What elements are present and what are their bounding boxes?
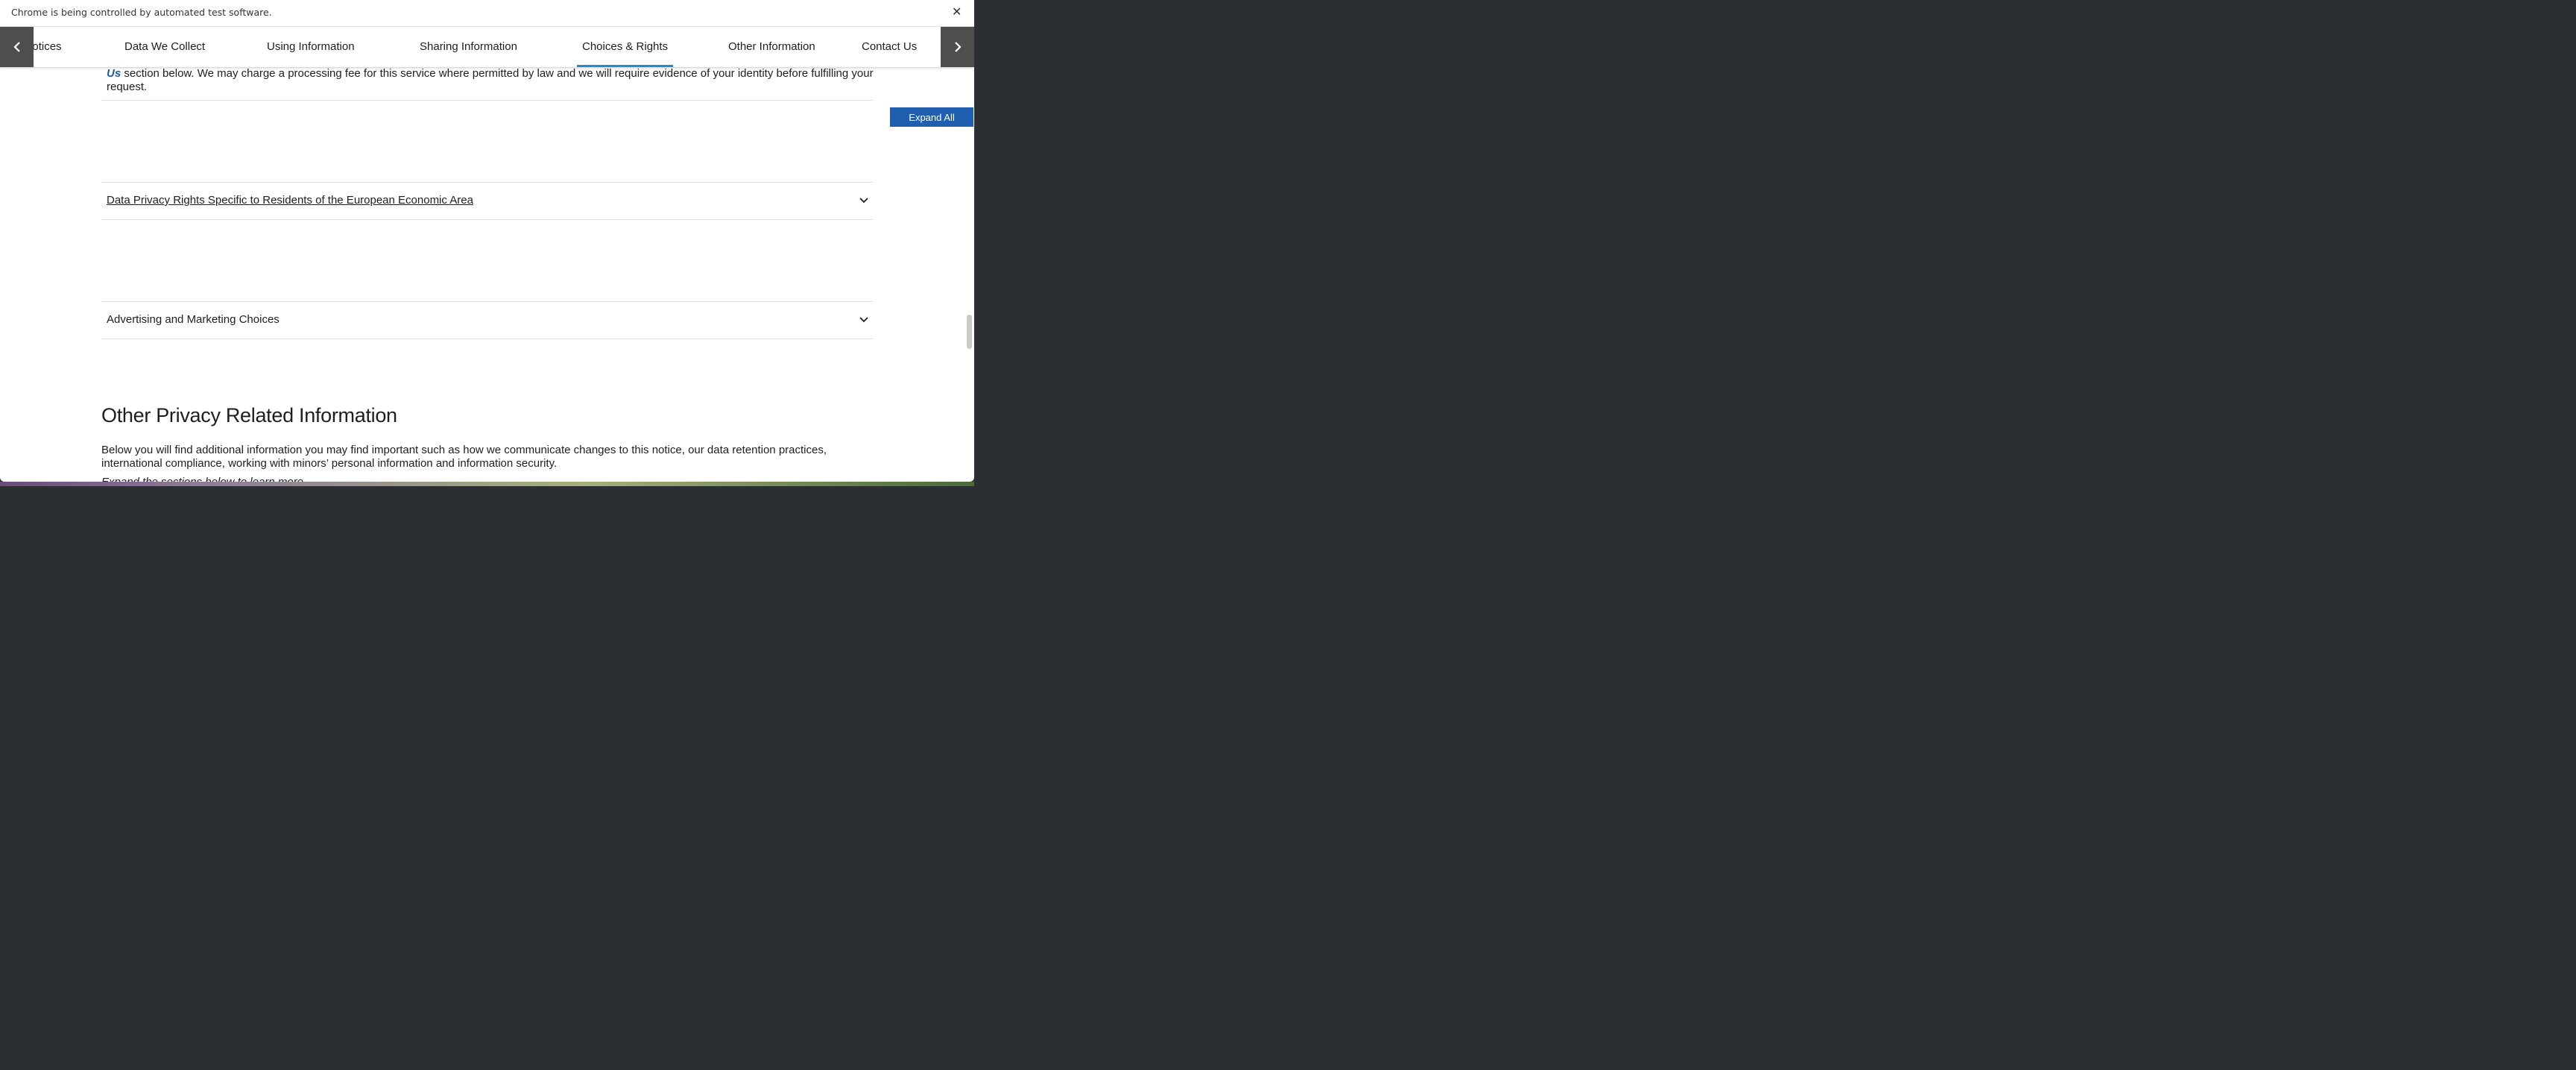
divider — [101, 219, 873, 220]
automation-banner: Chrome is being controlled by automated … — [0, 0, 974, 27]
section-nav: onal Notices Data We Collect Using Infor… — [0, 27, 974, 68]
accordion-label: Data Privacy Rights Specific to Resident… — [107, 194, 473, 207]
expand-all-button[interactable]: Expand All — [890, 107, 973, 127]
paragraph-text: section below. We may charge a processin… — [107, 67, 874, 93]
divider — [101, 100, 873, 101]
nav-item-choices-rights[interactable]: Choices & Rights — [577, 27, 674, 67]
browser-window: Chrome is being controlled by automated … — [0, 0, 974, 482]
accordion-advertising-choices[interactable]: Advertising and Marketing Choices — [101, 302, 873, 339]
chevron-right-icon[interactable] — [941, 27, 974, 67]
scrollbar-thumb[interactable] — [967, 315, 972, 349]
accordion-label: Advertising and Marketing Choices — [107, 313, 280, 326]
accordion-eea-rights[interactable]: Data Privacy Rights Specific to Resident… — [101, 183, 873, 220]
nav-item-data-we-collect[interactable]: Data We Collect — [124, 27, 205, 67]
close-icon[interactable]: ✕ — [952, 4, 962, 19]
contact-us-link[interactable]: Us — [107, 67, 121, 80]
automation-message: Chrome is being controlled by automated … — [11, 7, 272, 18]
nav-item-sharing-information[interactable]: Sharing Information — [420, 27, 517, 67]
chevron-down-icon — [859, 195, 869, 208]
desktop-background — [0, 482, 974, 486]
section-title: Other Privacy Related Information — [101, 404, 397, 427]
section-cut-line: Expand the sections below to learn more. — [101, 476, 306, 482]
stage: Chrome is being controlled by automated … — [0, 0, 2576, 1070]
chevron-down-icon — [859, 314, 869, 327]
nav-item-contact-us[interactable]: Contact Us — [862, 27, 917, 67]
nav-item-using-information[interactable]: Using Information — [267, 27, 355, 67]
chevron-left-icon[interactable] — [0, 27, 34, 67]
page-content: Us section below. We may charge a proces… — [0, 67, 974, 482]
section-paragraph: Below you will find additional informati… — [101, 444, 827, 470]
nav-item-other-information[interactable]: Other Information — [728, 27, 815, 67]
rights-paragraph-end: Us section below. We may charge a proces… — [107, 67, 874, 94]
